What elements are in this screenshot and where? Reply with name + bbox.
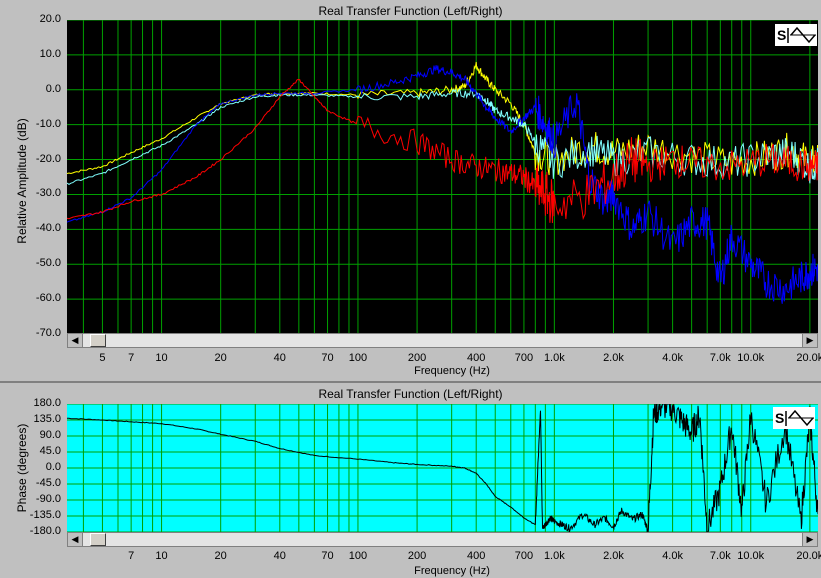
- x-tick-label: 2.0k: [603, 550, 624, 562]
- x-tick-label: 40: [273, 550, 286, 562]
- x-tick-label: 100: [348, 352, 368, 364]
- y-tick-label: 0.0: [45, 82, 61, 95]
- y-tick-label: 45.0: [39, 445, 61, 457]
- x-tick-label: 1.0k: [543, 352, 565, 364]
- y-tick-label: -180.0: [29, 525, 61, 537]
- sa-logo-icon: S: [777, 26, 816, 44]
- x-tick-label: 10: [155, 352, 168, 364]
- x-tick-label: 2.0k: [603, 352, 624, 364]
- scroll-right-button[interactable]: ▶: [802, 334, 817, 347]
- y-tick-label: 135.0: [33, 413, 61, 425]
- scroll-left-button[interactable]: ◀: [68, 334, 83, 347]
- x-tick-label: 200: [407, 550, 427, 562]
- x-tick-label: 400: [467, 550, 486, 562]
- y-tick-label: -60.0: [35, 292, 61, 305]
- amplitude-plot[interactable]: [67, 20, 818, 334]
- y-tick-label: -90.0: [35, 493, 61, 505]
- y-tick-label: -10.0: [35, 117, 61, 130]
- svg-text:S: S: [775, 410, 784, 426]
- y-tick-label: -45.0: [35, 477, 61, 489]
- sa-logo: S: [775, 24, 817, 46]
- phase-title: Real Transfer Function (Left/Right): [318, 387, 503, 401]
- x-tick-label: 100: [348, 550, 368, 562]
- scroll-thumb[interactable]: [90, 533, 106, 546]
- x-tick-label: 20.0k: [796, 550, 821, 562]
- x-tick-label: 10.0k: [737, 550, 765, 562]
- sa-logo-icon: S: [775, 409, 814, 427]
- x-tick-label: 20.0k: [796, 352, 821, 364]
- y-tick-label: -50.0: [35, 257, 61, 270]
- x-tick-label: 10.0k: [737, 352, 765, 364]
- amplitude-title: Real Transfer Function (Left/Right): [318, 4, 503, 18]
- x-tick-label: 400: [467, 352, 486, 364]
- amplitude-scrollbar[interactable]: ◀ ▶: [67, 333, 818, 348]
- y-tick-label: -135.0: [29, 509, 61, 521]
- y-tick-label: -20.0: [35, 152, 61, 165]
- x-tick-label: 40: [273, 352, 286, 364]
- y-tick-label: -30.0: [35, 187, 61, 200]
- x-tick-label: 4.0k: [662, 550, 683, 562]
- scroll-left-button[interactable]: ◀: [68, 533, 83, 546]
- phase-x-axis-label: Frequency (Hz): [414, 565, 490, 577]
- y-tick-label: -40.0: [35, 222, 61, 235]
- x-tick-label: 20: [214, 550, 227, 562]
- x-tick-label: 1.0k: [543, 550, 565, 562]
- x-tick-label: 4.0k: [662, 352, 683, 364]
- scroll-thumb[interactable]: [90, 334, 106, 347]
- sa-logo-phase: S: [773, 407, 815, 429]
- amplitude-x-axis-label: Frequency (Hz): [414, 365, 490, 377]
- phase-scrollbar[interactable]: ◀ ▶: [67, 532, 818, 547]
- y-tick-label: 10.0: [39, 47, 61, 60]
- x-tick-label: 20: [214, 352, 227, 364]
- x-tick-label: 200: [407, 352, 427, 364]
- y-tick-label: 90.0: [39, 429, 61, 441]
- y-tick-label: -70.0: [35, 327, 61, 339]
- x-tick-label: 10: [155, 550, 168, 562]
- svg-text:S: S: [777, 27, 786, 43]
- y-tick-label: 0.0: [45, 461, 61, 473]
- phase-plot[interactable]: [67, 404, 818, 532]
- scroll-right-button[interactable]: ▶: [802, 533, 817, 546]
- y-tick-label: 20.0: [39, 13, 61, 25]
- phase-panel: Real Transfer Function (Left/Right) Phas…: [0, 381, 821, 578]
- amplitude-panel: Real Transfer Function (Left/Right) Rela…: [0, 0, 821, 381]
- y-tick-label: 180.0: [33, 397, 61, 409]
